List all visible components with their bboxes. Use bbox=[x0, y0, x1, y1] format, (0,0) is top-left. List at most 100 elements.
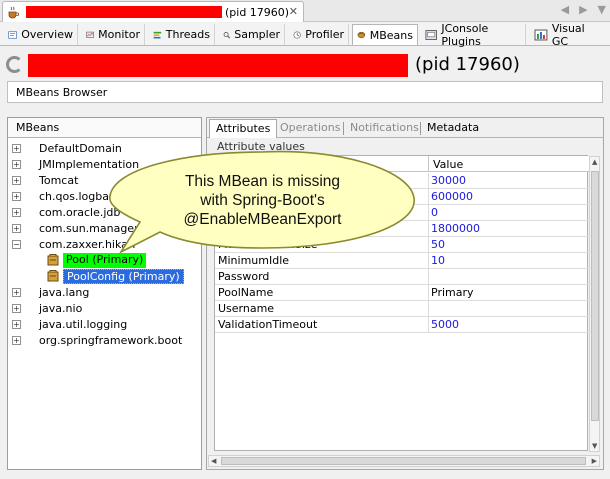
expand-icon[interactable]: + bbox=[12, 223, 21, 233]
tab-attributes[interactable]: Attributes bbox=[209, 119, 278, 138]
attribute-value[interactable]: 30000 bbox=[429, 173, 589, 189]
attribute-value[interactable] bbox=[429, 301, 589, 317]
tree-node-label: com.oracle.jdb bbox=[39, 205, 121, 219]
expand-icon[interactable]: + bbox=[12, 175, 21, 185]
attribute-name: PoolName bbox=[215, 285, 429, 301]
prev-tab-icon[interactable]: ◀ bbox=[561, 3, 569, 16]
tab-label: Overview bbox=[21, 28, 73, 41]
tree-node-label: PoolConfig (Primary) bbox=[63, 268, 184, 284]
tab-label: Sampler bbox=[234, 28, 280, 41]
attribute-name: MinimumIdle bbox=[215, 253, 429, 269]
tab-monitor[interactable]: Monitor bbox=[82, 24, 145, 45]
tab-mbeans[interactable]: MBeans bbox=[352, 24, 418, 45]
tree-node-label: com.sun.manageme bbox=[39, 221, 152, 235]
tree-node-poolconfig-primary[interactable]: PoolConfig (Primary) bbox=[46, 268, 184, 284]
table-row[interactable]: Password bbox=[215, 269, 589, 285]
table-row[interactable]: Username bbox=[215, 301, 589, 317]
attribute-value[interactable]: 0 bbox=[429, 205, 589, 221]
tab-sampler[interactable]: Sampler bbox=[219, 24, 285, 45]
tree-node-org-springframework-boot[interactable]: + org.springframework.boot bbox=[12, 332, 182, 348]
next-tab-icon[interactable]: ▶ bbox=[579, 3, 587, 16]
horizontal-scrollbar[interactable]: ◀ ▶ bbox=[208, 455, 600, 467]
page-title: MBeans Browser bbox=[7, 81, 603, 103]
tree-node-pool-primary[interactable]: Pool (Primary) bbox=[46, 252, 147, 268]
attribute-value[interactable]: 1800000 bbox=[429, 221, 589, 237]
expand-icon[interactable]: + bbox=[12, 287, 21, 297]
mbean-icon bbox=[47, 254, 59, 266]
column-header-name[interactable]: Name bbox=[215, 156, 429, 172]
tab-visual-gc[interactable]: Visual GC bbox=[530, 22, 608, 48]
callout-line: with Spring-Boot's bbox=[200, 192, 325, 209]
table-row[interactable]: ValidationTimeout 5000 bbox=[215, 317, 589, 333]
details-tabs: Attributes Operations Notifications Meta… bbox=[207, 118, 603, 138]
attribute-value[interactable]: 5000 bbox=[429, 317, 589, 333]
expand-icon[interactable]: + bbox=[12, 319, 21, 329]
expand-icon[interactable]: + bbox=[12, 159, 21, 169]
tree-node-label: Pool (Primary) bbox=[63, 252, 147, 268]
attribute-value[interactable]: 10 bbox=[429, 253, 589, 269]
callout-text: This MBean is missing with Spring-Boot's… bbox=[150, 172, 375, 229]
tab-label: Threads bbox=[165, 28, 210, 41]
tree-node-java-lang[interactable]: + java.lang bbox=[12, 284, 89, 300]
tab-label: MBeans bbox=[369, 28, 413, 42]
tree-header: MBeans bbox=[8, 118, 201, 138]
tree-node-java-nio[interactable]: + java.nio bbox=[12, 300, 82, 316]
tab-list-menu-icon[interactable]: ▼ bbox=[598, 3, 606, 16]
collapse-icon[interactable]: − bbox=[12, 239, 21, 249]
tab-threads[interactable]: Threads bbox=[149, 24, 215, 45]
expand-icon[interactable]: + bbox=[12, 191, 21, 201]
tree-node-com-sun-management[interactable]: + com.sun.manageme bbox=[12, 220, 152, 236]
close-icon[interactable]: ✕ bbox=[289, 5, 298, 18]
table-row[interactable]: MinimumIdle 10 bbox=[215, 253, 589, 269]
tree-node-label: JMImplementation bbox=[39, 157, 140, 171]
scroll-thumb[interactable] bbox=[221, 457, 586, 465]
tab-label: Profiler bbox=[305, 28, 344, 41]
attribute-name: Username bbox=[215, 301, 429, 317]
threads-icon bbox=[153, 31, 162, 38]
scroll-left-icon[interactable]: ◀ bbox=[211, 457, 216, 465]
attribute-value[interactable] bbox=[429, 269, 589, 285]
expand-icon[interactable]: + bbox=[12, 303, 21, 313]
tree-node-label: com.zaxxer.hikari bbox=[39, 237, 136, 251]
attribute-value[interactable]: 50 bbox=[429, 237, 589, 253]
application-pid: (pid 17960) bbox=[415, 54, 520, 75]
tree-node-com-zaxxer-hikari[interactable]: − com.zaxxer.hikari bbox=[12, 236, 136, 252]
tree-node-defaultdomain[interactable]: + DefaultDomain bbox=[12, 140, 122, 156]
mbean-icon bbox=[47, 270, 59, 282]
tree-node-java-util-logging[interactable]: + java.util.logging bbox=[12, 316, 127, 332]
column-header-value[interactable]: Value bbox=[429, 156, 589, 172]
vertical-scrollbar[interactable]: ▲ ▼ bbox=[589, 156, 600, 452]
scroll-up-icon[interactable]: ▲ bbox=[592, 158, 597, 166]
scroll-down-icon[interactable]: ▼ bbox=[592, 442, 597, 450]
tab-operations[interactable]: Operations bbox=[274, 119, 346, 138]
visual-gc-icon bbox=[534, 29, 548, 40]
tab-label: Monitor bbox=[98, 28, 140, 41]
tab-notifications[interactable]: Notifications bbox=[344, 119, 425, 138]
tab-profiler[interactable]: Profiler bbox=[289, 24, 349, 45]
monitor-icon bbox=[86, 31, 94, 38]
tree-node-com-oracle-jdbc[interactable]: + com.oracle.jdb bbox=[12, 204, 120, 220]
attribute-name: Password bbox=[215, 269, 429, 285]
attribute-value[interactable]: 600000 bbox=[429, 189, 589, 205]
table-row[interactable]: MaximumPoolSize 50 bbox=[215, 237, 589, 253]
tree-node-label: DefaultDomain bbox=[39, 141, 122, 155]
java-coffee-icon bbox=[8, 6, 20, 18]
attribute-value[interactable]: Primary bbox=[429, 285, 589, 301]
callout-line: This MBean is missing bbox=[184, 173, 341, 190]
tree-node-jmimplementation[interactable]: + JMImplementation bbox=[12, 156, 139, 172]
tree-node-ch-qos-logback[interactable]: + ch.qos.logback bbox=[12, 188, 121, 204]
scroll-thumb[interactable] bbox=[591, 171, 599, 421]
tab-metadata[interactable]: Metadata bbox=[421, 119, 485, 138]
expand-icon[interactable]: + bbox=[12, 335, 21, 345]
table-row[interactable]: PoolName Primary bbox=[215, 285, 589, 301]
mbeans-tree-panel: MBeans + DefaultDomain + JMImplementatio… bbox=[7, 117, 202, 470]
application-tab[interactable]: (pid 17960) ✕ bbox=[2, 1, 304, 22]
scroll-right-icon[interactable]: ▶ bbox=[592, 457, 597, 465]
expand-icon[interactable]: + bbox=[12, 207, 21, 217]
tree-node-label: java.nio bbox=[39, 301, 83, 315]
expand-icon[interactable]: + bbox=[12, 143, 21, 153]
tab-overview[interactable]: Overview bbox=[4, 24, 78, 45]
tab-jconsole-plugins[interactable]: JConsole Plugins bbox=[421, 22, 526, 48]
callout-line: @EnableMBeanExport bbox=[183, 211, 342, 228]
tree-node-tomcat[interactable]: + Tomcat bbox=[12, 172, 78, 188]
